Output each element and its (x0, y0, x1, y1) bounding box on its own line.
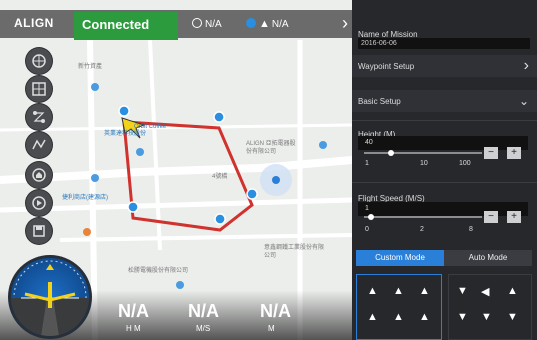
status-item: N/A (192, 18, 222, 30)
play-icon (32, 196, 46, 210)
clock-icon (192, 18, 202, 28)
speed-field (358, 202, 528, 216)
arrow-up-icon: ▲ (507, 285, 518, 297)
route-button[interactable] (26, 104, 52, 130)
telemetry-value: N/A (118, 301, 149, 321)
map-layers-button[interactable] (26, 48, 52, 74)
status-value: N/A (271, 19, 289, 30)
mission-name-field[interactable]: 2016-06-06 (358, 38, 530, 49)
telemetry-unit: H M (126, 324, 141, 333)
save-button[interactable] (26, 218, 52, 244)
waypoint-marker[interactable] (246, 188, 258, 200)
height-decrease-button[interactable]: − (484, 147, 498, 159)
divider (352, 120, 537, 121)
arrow-down-icon: ▼ (457, 285, 468, 297)
height-slider[interactable] (364, 152, 482, 154)
map-label: 4號橋 (212, 174, 228, 180)
map-label: Orbit Coffee (134, 124, 167, 130)
home-button[interactable] (26, 162, 52, 188)
auto-mode-tab[interactable]: Auto Mode (444, 250, 532, 266)
height-tick: 10 (420, 160, 428, 167)
arrow-left-icon: ◀ (481, 286, 490, 298)
chevron-down-icon: ⌄ (518, 94, 529, 108)
connection-status: Connected (74, 12, 178, 40)
arrow-down-icon: ▼ (481, 311, 492, 323)
map-label: 松勝電機股份有限公司 (128, 268, 189, 274)
route-icon (33, 111, 45, 123)
waypoint-marker[interactable] (127, 201, 139, 213)
waypoint-marker[interactable] (213, 111, 225, 123)
height-slider-knob[interactable] (388, 150, 394, 156)
chevron-right-icon: › (523, 57, 529, 74)
height-tick: 1 (365, 160, 369, 167)
map-label: ALIGN 亞拓電器股份有限公司 (246, 141, 296, 155)
home-icon (32, 168, 46, 182)
map-label: 新竹資產 (78, 64, 103, 70)
custom-pattern-grid[interactable]: ▲ ▲ ▲ ▲ ▲ ▲ (356, 274, 442, 340)
speed-increase-button[interactable]: + (507, 211, 521, 223)
chevron-right-icon: › (342, 13, 348, 33)
waypoint-setup-row[interactable]: Waypoint Setup › (352, 55, 537, 77)
save-icon (33, 225, 45, 237)
waypoint-setup-label: Waypoint Setup (358, 62, 415, 71)
waypoint-marker[interactable] (214, 213, 226, 225)
speed-tick: 2 (420, 226, 424, 233)
waypoint-marker[interactable] (118, 105, 130, 117)
speed-decrease-button[interactable]: − (484, 211, 498, 223)
grid-icon (32, 82, 46, 96)
auto-pattern-grid[interactable]: ▼ ◀ ▲ ▼ ▼ ▼ (448, 274, 532, 340)
arrow-up-icon: ▲ (367, 285, 378, 297)
mission-panel: Name of Mission 2016-06-06 Waypoint Setu… (352, 0, 537, 340)
map-grid-button[interactable] (26, 76, 52, 102)
map-label: 捷利商店(建源店) (62, 195, 108, 201)
status-item: ▲ N/A (246, 18, 289, 30)
speed-value: 1 (365, 205, 369, 212)
arrow-up-icon: ▲ (419, 311, 430, 323)
person-icon: ▲ (259, 18, 270, 30)
status-value: N/A (205, 19, 222, 30)
attitude-indicator (8, 255, 92, 339)
arrow-up-icon: ▲ (367, 311, 378, 323)
attitude-gauge-icon (11, 260, 89, 336)
telemetry-value: N/A (188, 301, 219, 321)
height-field (358, 136, 528, 150)
speed-tick: 8 (469, 226, 473, 233)
divider (352, 182, 537, 183)
arrow-up-icon: ▲ (393, 311, 404, 323)
basic-setup-row[interactable]: Basic Setup ⌄ (352, 90, 537, 112)
arrow-down-icon: ▼ (507, 311, 518, 323)
map-label: 意鑫鋼鐵工業股份有限公司 (264, 245, 325, 259)
speed-tick: 0 (365, 226, 369, 233)
telemetry-unit: M/S (196, 324, 211, 333)
arrow-up-icon: ▲ (419, 285, 430, 297)
basic-setup-label: Basic Setup (358, 97, 401, 106)
waypoint-tool-button[interactable] (26, 132, 52, 158)
app-window: 新竹資產 英業達科技股份 Orbit Coffee ALIGN 亞拓電器股份有限… (0, 0, 537, 340)
speed-slider-knob[interactable] (368, 214, 374, 220)
height-value: 40 (365, 139, 373, 146)
custom-mode-tab[interactable]: Custom Mode (356, 250, 444, 266)
speed-slider[interactable] (364, 216, 482, 218)
brand-logo: ALIGN (14, 16, 54, 30)
telemetry-unit: M (268, 324, 275, 333)
play-mission-button[interactable] (26, 190, 52, 216)
collapse-panel-button[interactable]: › (337, 10, 353, 38)
globe-icon (32, 54, 46, 68)
height-increase-button[interactable]: + (507, 147, 521, 159)
waypoint-icon (32, 139, 46, 150)
arrow-up-icon: ▲ (393, 285, 404, 297)
arrow-down-icon: ▼ (457, 311, 468, 323)
location-icon (246, 18, 256, 28)
height-tick: 100 (459, 160, 471, 167)
telemetry-value: N/A (260, 301, 291, 321)
